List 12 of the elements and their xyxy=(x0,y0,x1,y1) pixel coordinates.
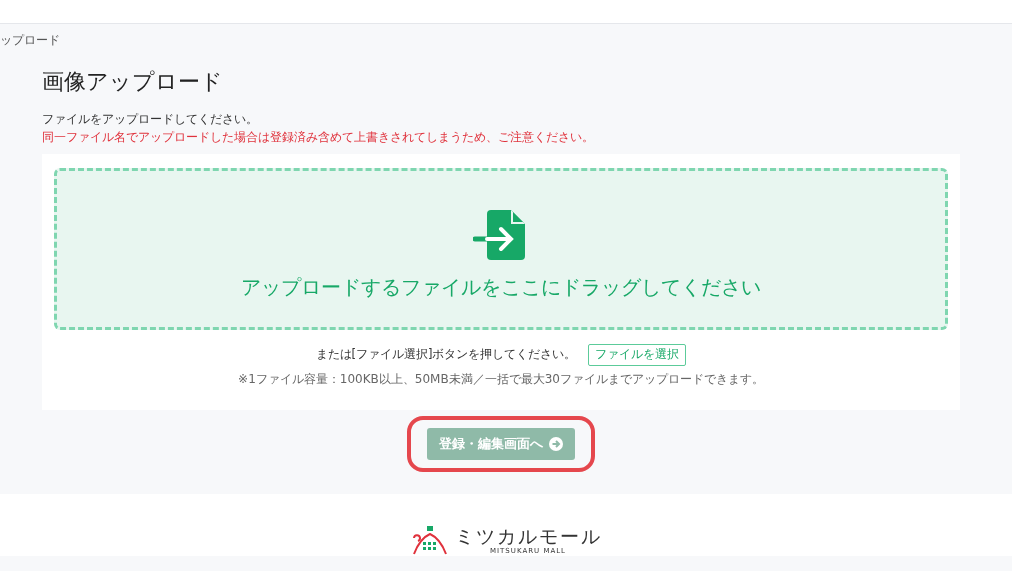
intro-text: ファイルをアップロードしてください。 xyxy=(42,111,259,128)
breadcrumb: ップロード xyxy=(0,32,60,49)
arrow-circle-icon xyxy=(549,437,563,451)
warning-text: 同一ファイル名でアップロードした場合は登録済み含めて上書きされてしまうため、ご注意ください。 xyxy=(42,129,595,146)
drop-zone[interactable]: アップロードするファイルをここにドラッグしてください xyxy=(54,168,948,330)
select-file-button[interactable]: ファイルを選択 xyxy=(588,344,687,366)
logo-icon xyxy=(410,526,449,556)
drop-zone-text: アップロードするファイルをここにドラッグしてください xyxy=(241,274,761,301)
logo-text: ミツカルモール xyxy=(454,525,602,547)
file-limit-note: ※1ファイル容量：100KB以上、50MB未満／一括で最大30ファイルまでアップロードできます。 xyxy=(238,371,764,388)
page-title: 画像アップロード xyxy=(42,68,224,96)
select-hint: または[ファイル選択]ボタンを押してください。 xyxy=(315,346,577,364)
